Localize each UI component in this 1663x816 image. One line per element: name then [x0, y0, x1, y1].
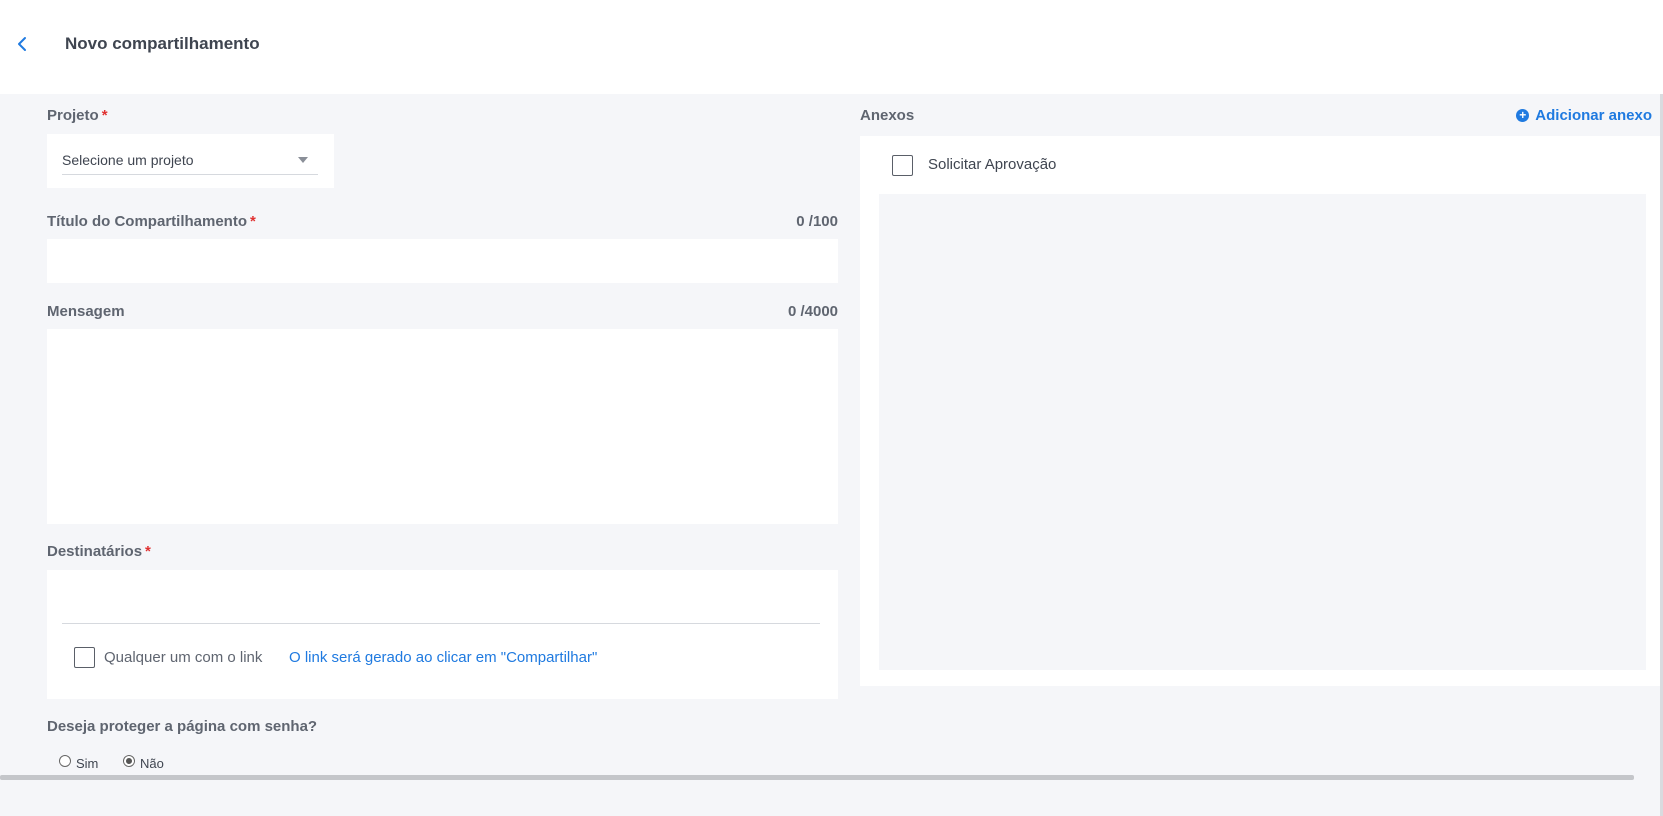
add-attachment-button[interactable]: + Adicionar anexo [1516, 107, 1652, 124]
title-input[interactable] [47, 239, 838, 283]
attachments-panel: Solicitar Aprovação [860, 136, 1663, 686]
caret-down-icon [298, 157, 308, 163]
recipients-label: Destinatários * [47, 543, 151, 560]
recipients-input[interactable] [62, 578, 820, 622]
required-mark: * [145, 543, 151, 560]
password-question: Deseja proteger a página com senha? [47, 718, 318, 735]
project-select-container: Selecione um projeto [47, 134, 334, 188]
title-counter: 0 /100 [796, 213, 838, 230]
project-select-value: Selecione um projeto [62, 152, 194, 168]
back-button[interactable] [10, 32, 34, 56]
password-radio-nao[interactable] [123, 755, 135, 767]
required-mark: * [250, 213, 256, 230]
anyone-with-link-checkbox[interactable] [74, 647, 95, 668]
page-header: Novo compartilhamento [0, 0, 1663, 94]
link-note: O link será gerado ao clicar em "Compart… [289, 649, 598, 666]
message-textarea[interactable] [47, 329, 838, 524]
anyone-with-link-label: Qualquer um com o link [104, 649, 263, 666]
password-radio-sim[interactable] [59, 755, 71, 767]
attachments-label: Anexos [860, 107, 915, 124]
project-select[interactable]: Selecione um projeto [62, 146, 318, 175]
required-mark: * [101, 107, 108, 124]
request-approval-checkbox[interactable] [892, 155, 913, 176]
plus-circle-icon: + [1516, 109, 1530, 122]
page-title: Novo compartilhamento [65, 34, 260, 53]
recipients-divider [62, 623, 820, 624]
password-radio-nao-label: Não [140, 756, 164, 771]
project-label: Projeto * [47, 107, 108, 124]
request-approval-label: Solicitar Aprovação [928, 156, 1057, 173]
password-radio-sim-label: Sim [76, 756, 99, 771]
recipients-container: Qualquer um com o link O link será gerad… [47, 570, 838, 699]
message-label: Mensagem [47, 303, 125, 320]
attachments-dropzone[interactable] [879, 194, 1646, 670]
title-label-text: Título do Compartilhamento [47, 213, 247, 230]
message-counter: 0 /4000 [787, 303, 838, 320]
project-label-text: Projeto [47, 107, 99, 124]
recipients-label-text: Destinatários [47, 543, 143, 560]
chevron-left-icon [18, 37, 26, 51]
title-label: Título do Compartilhamento * [47, 213, 256, 230]
horizontal-scrollbar[interactable] [0, 775, 1634, 780]
add-attachment-label: Adicionar anexo [1535, 107, 1652, 124]
